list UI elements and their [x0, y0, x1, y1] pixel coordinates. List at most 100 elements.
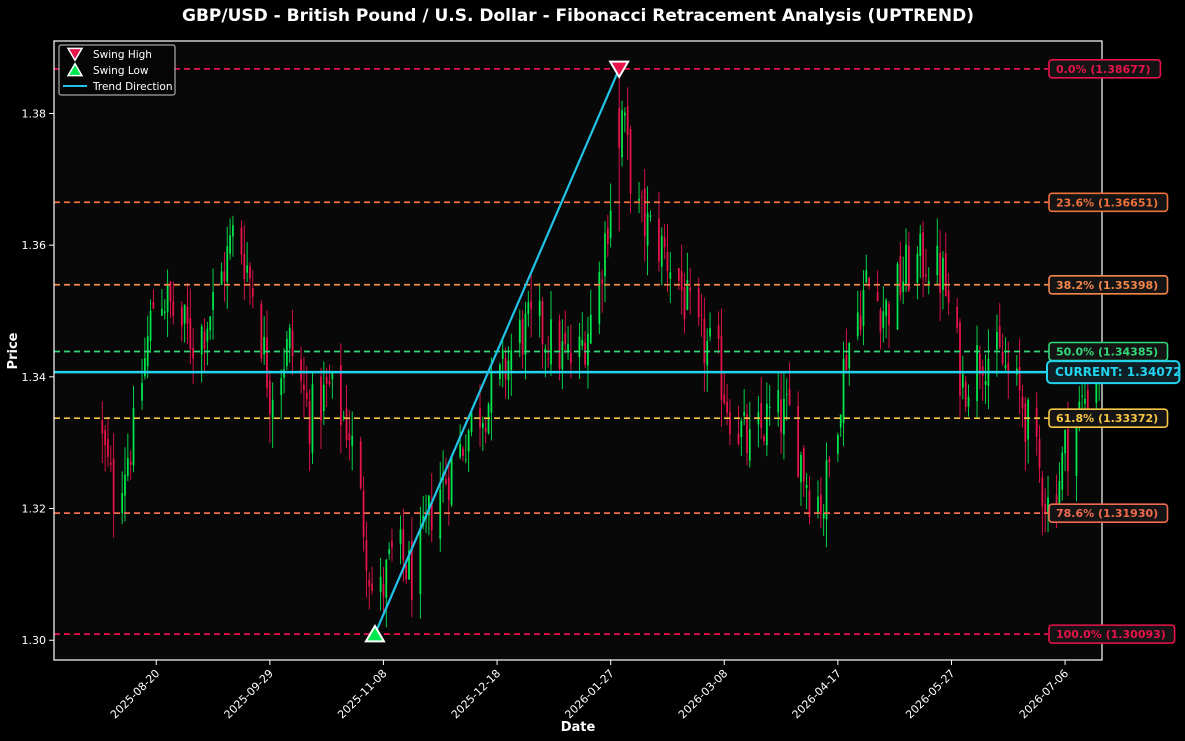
candle-body [996, 332, 998, 350]
candle-body [467, 430, 470, 452]
candle-body [896, 263, 899, 330]
fib-label: 0.0% (1.38677) [1056, 63, 1151, 76]
candle-body [1041, 477, 1044, 507]
candle-body [547, 358, 550, 360]
candle-body [320, 376, 322, 421]
candle-body [300, 359, 302, 381]
candle-body [268, 380, 271, 414]
plot-area [54, 41, 1102, 660]
candle-body [899, 256, 902, 295]
candle-body [459, 443, 462, 457]
candle-body [581, 340, 584, 346]
candle-body [638, 198, 640, 201]
candle-body [601, 279, 604, 284]
candle-body [618, 108, 621, 148]
candle-body [530, 301, 533, 309]
candle-body [717, 325, 720, 340]
y-tick-label: 1.30 [22, 634, 47, 647]
candle-body [956, 306, 959, 328]
fib-label: 61.8% (1.33372) [1056, 412, 1158, 425]
candle-body [163, 311, 166, 314]
candle-body [1067, 428, 1069, 471]
candle-body [183, 304, 186, 324]
candle-body [683, 287, 686, 320]
candle-body [220, 271, 223, 285]
candle-body [308, 401, 311, 444]
candle-body [697, 288, 700, 318]
candle-body [104, 430, 107, 446]
candle-body [172, 301, 175, 316]
candle-body [564, 332, 567, 345]
candle-body [1001, 351, 1004, 364]
candle-body [223, 271, 226, 282]
candle-body [578, 336, 581, 358]
candle-body [763, 436, 765, 442]
candle-body [107, 438, 109, 457]
candle-body [490, 372, 493, 413]
candle-body [345, 408, 348, 441]
candle-body [669, 272, 672, 279]
candle-body [379, 576, 382, 593]
legend-swing-high-label: Swing High [93, 49, 152, 61]
candle-body [192, 347, 195, 359]
candle-body [802, 448, 805, 482]
candle-body [266, 337, 268, 389]
candle-body [141, 383, 143, 401]
candle-body [359, 441, 362, 488]
candle-body [550, 319, 552, 365]
candle-body [161, 308, 163, 316]
candle-body [888, 304, 890, 325]
candle-body [768, 406, 771, 409]
candle-body [609, 210, 612, 239]
candle-body [706, 341, 709, 366]
chart-title: GBP/USD - British Pound / U.S. Dollar - … [182, 6, 974, 26]
candle-body [817, 496, 819, 514]
candle-body [510, 350, 513, 370]
candle-body [916, 253, 919, 283]
candle-body [280, 378, 283, 396]
candle-body [124, 474, 126, 496]
candle-body [765, 403, 768, 446]
candle-body [663, 237, 666, 247]
candle-body [720, 335, 723, 400]
candle-body [629, 128, 632, 194]
candle-body [521, 319, 524, 355]
candle-body [598, 272, 601, 324]
candle-body [212, 292, 214, 310]
candle-body [129, 461, 132, 465]
candle-body [570, 353, 572, 364]
candle-body [606, 228, 609, 245]
candle-body [518, 320, 521, 343]
candle-body [1081, 395, 1083, 397]
current-price-label-text: CURRENT: 1.34072 [1055, 365, 1181, 379]
candle-body [209, 316, 212, 331]
candle-body [856, 312, 859, 337]
candle-body [1044, 504, 1047, 513]
candle-body [876, 292, 879, 302]
current-price-label: CURRENT: 1.34072 [1046, 360, 1181, 385]
candle-body [984, 381, 987, 385]
candle-body [206, 328, 209, 342]
candle-body [939, 252, 941, 293]
candle-body [121, 493, 124, 514]
candle-body [402, 529, 405, 561]
candle-body [839, 414, 842, 428]
candle-body [249, 266, 251, 279]
candle-body [998, 326, 1001, 348]
candle-body [464, 459, 467, 461]
y-tick-label: 1.36 [22, 239, 47, 252]
candle-body [1004, 365, 1007, 368]
candle-body [604, 233, 606, 277]
candle-body [481, 423, 484, 428]
candle-body [743, 412, 746, 416]
candle-body [240, 227, 243, 255]
candle-body [859, 315, 862, 331]
x-axis-label: Date [561, 720, 596, 735]
candle-body [260, 303, 263, 359]
candle-body [626, 106, 629, 135]
candle-body [944, 253, 947, 297]
candle-body [382, 584, 385, 597]
candle-body [538, 300, 541, 317]
candle-body [246, 265, 249, 273]
candle-body [419, 528, 422, 595]
